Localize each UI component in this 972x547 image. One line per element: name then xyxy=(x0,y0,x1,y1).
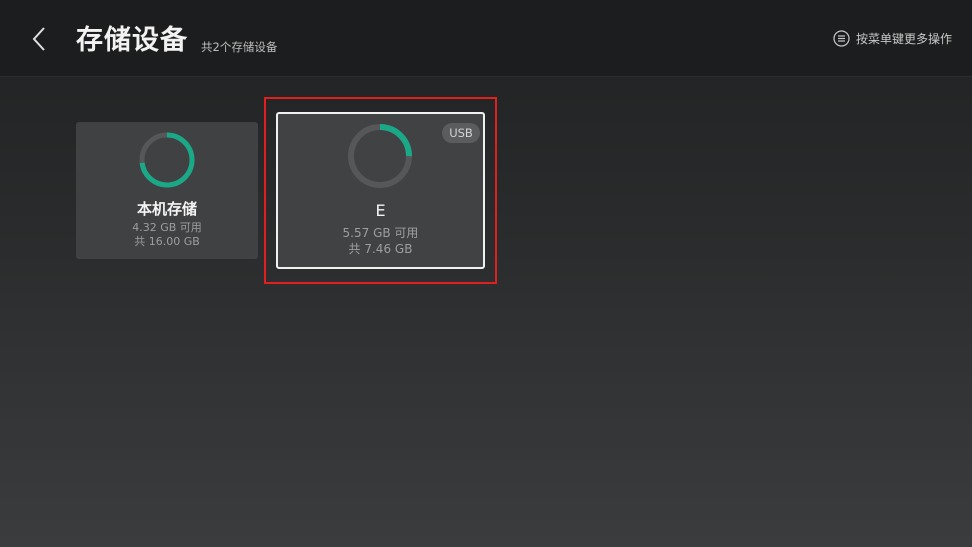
device-name: E xyxy=(375,201,386,220)
total-space: 共 16.00 GB xyxy=(134,235,200,248)
available-space: 5.57 GB 可用 xyxy=(342,226,419,240)
device-card-internal[interactable]: 本机存储 4.32 GB 可用 共 16.00 GB xyxy=(76,122,258,259)
total-space: 共 7.46 GB xyxy=(348,242,413,256)
device-card-usb[interactable]: USB E 5.57 GB 可用 共 7.46 GB xyxy=(276,112,485,269)
chevron-left-icon xyxy=(32,27,45,51)
storage-usage-ring xyxy=(139,132,195,188)
page-title: 存储设备 xyxy=(76,25,188,56)
usb-badge: USB xyxy=(442,123,480,143)
menu-hint-label: 按菜单键更多操作 xyxy=(855,32,952,46)
device-count: 共2个存储设备 xyxy=(201,40,278,54)
storage-usage-ring xyxy=(348,124,412,188)
device-name: 本机存储 xyxy=(136,200,197,218)
back-button[interactable] xyxy=(24,22,54,56)
menu-hint: 按菜单键更多操作 xyxy=(833,30,952,47)
top-bar: 存储设备 共2个存储设备 按菜单键更多操作 xyxy=(0,0,972,77)
menu-circle-icon xyxy=(833,30,850,47)
